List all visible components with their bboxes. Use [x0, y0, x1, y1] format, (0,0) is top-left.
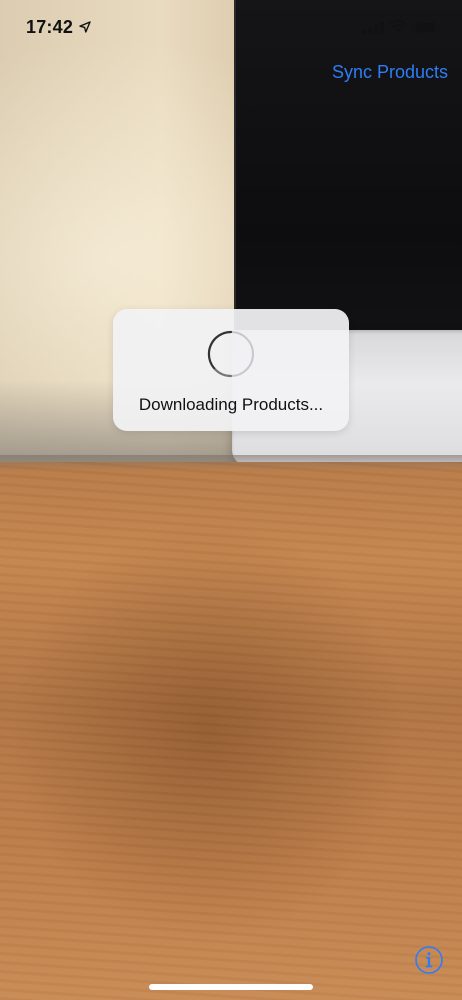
- info-button[interactable]: [414, 945, 444, 975]
- camera-view: [0, 0, 462, 1000]
- battery-icon: [413, 20, 441, 34]
- status-bar: 17:42: [0, 0, 462, 56]
- location-arrow-icon: [79, 21, 91, 33]
- desk-edge-shadow: [0, 455, 462, 471]
- cellular-signal-icon: [362, 22, 384, 34]
- loading-hud: Downloading Products...: [113, 309, 349, 431]
- sync-products-button[interactable]: Sync Products: [332, 62, 448, 83]
- info-icon: [415, 946, 443, 974]
- hud-label: Downloading Products...: [138, 395, 324, 414]
- home-indicator[interactable]: [149, 984, 313, 990]
- activity-spinner-icon: [207, 330, 254, 378]
- status-time: 17:42: [26, 17, 74, 37]
- wifi-icon: [389, 19, 407, 33]
- background-desk: [0, 462, 462, 1000]
